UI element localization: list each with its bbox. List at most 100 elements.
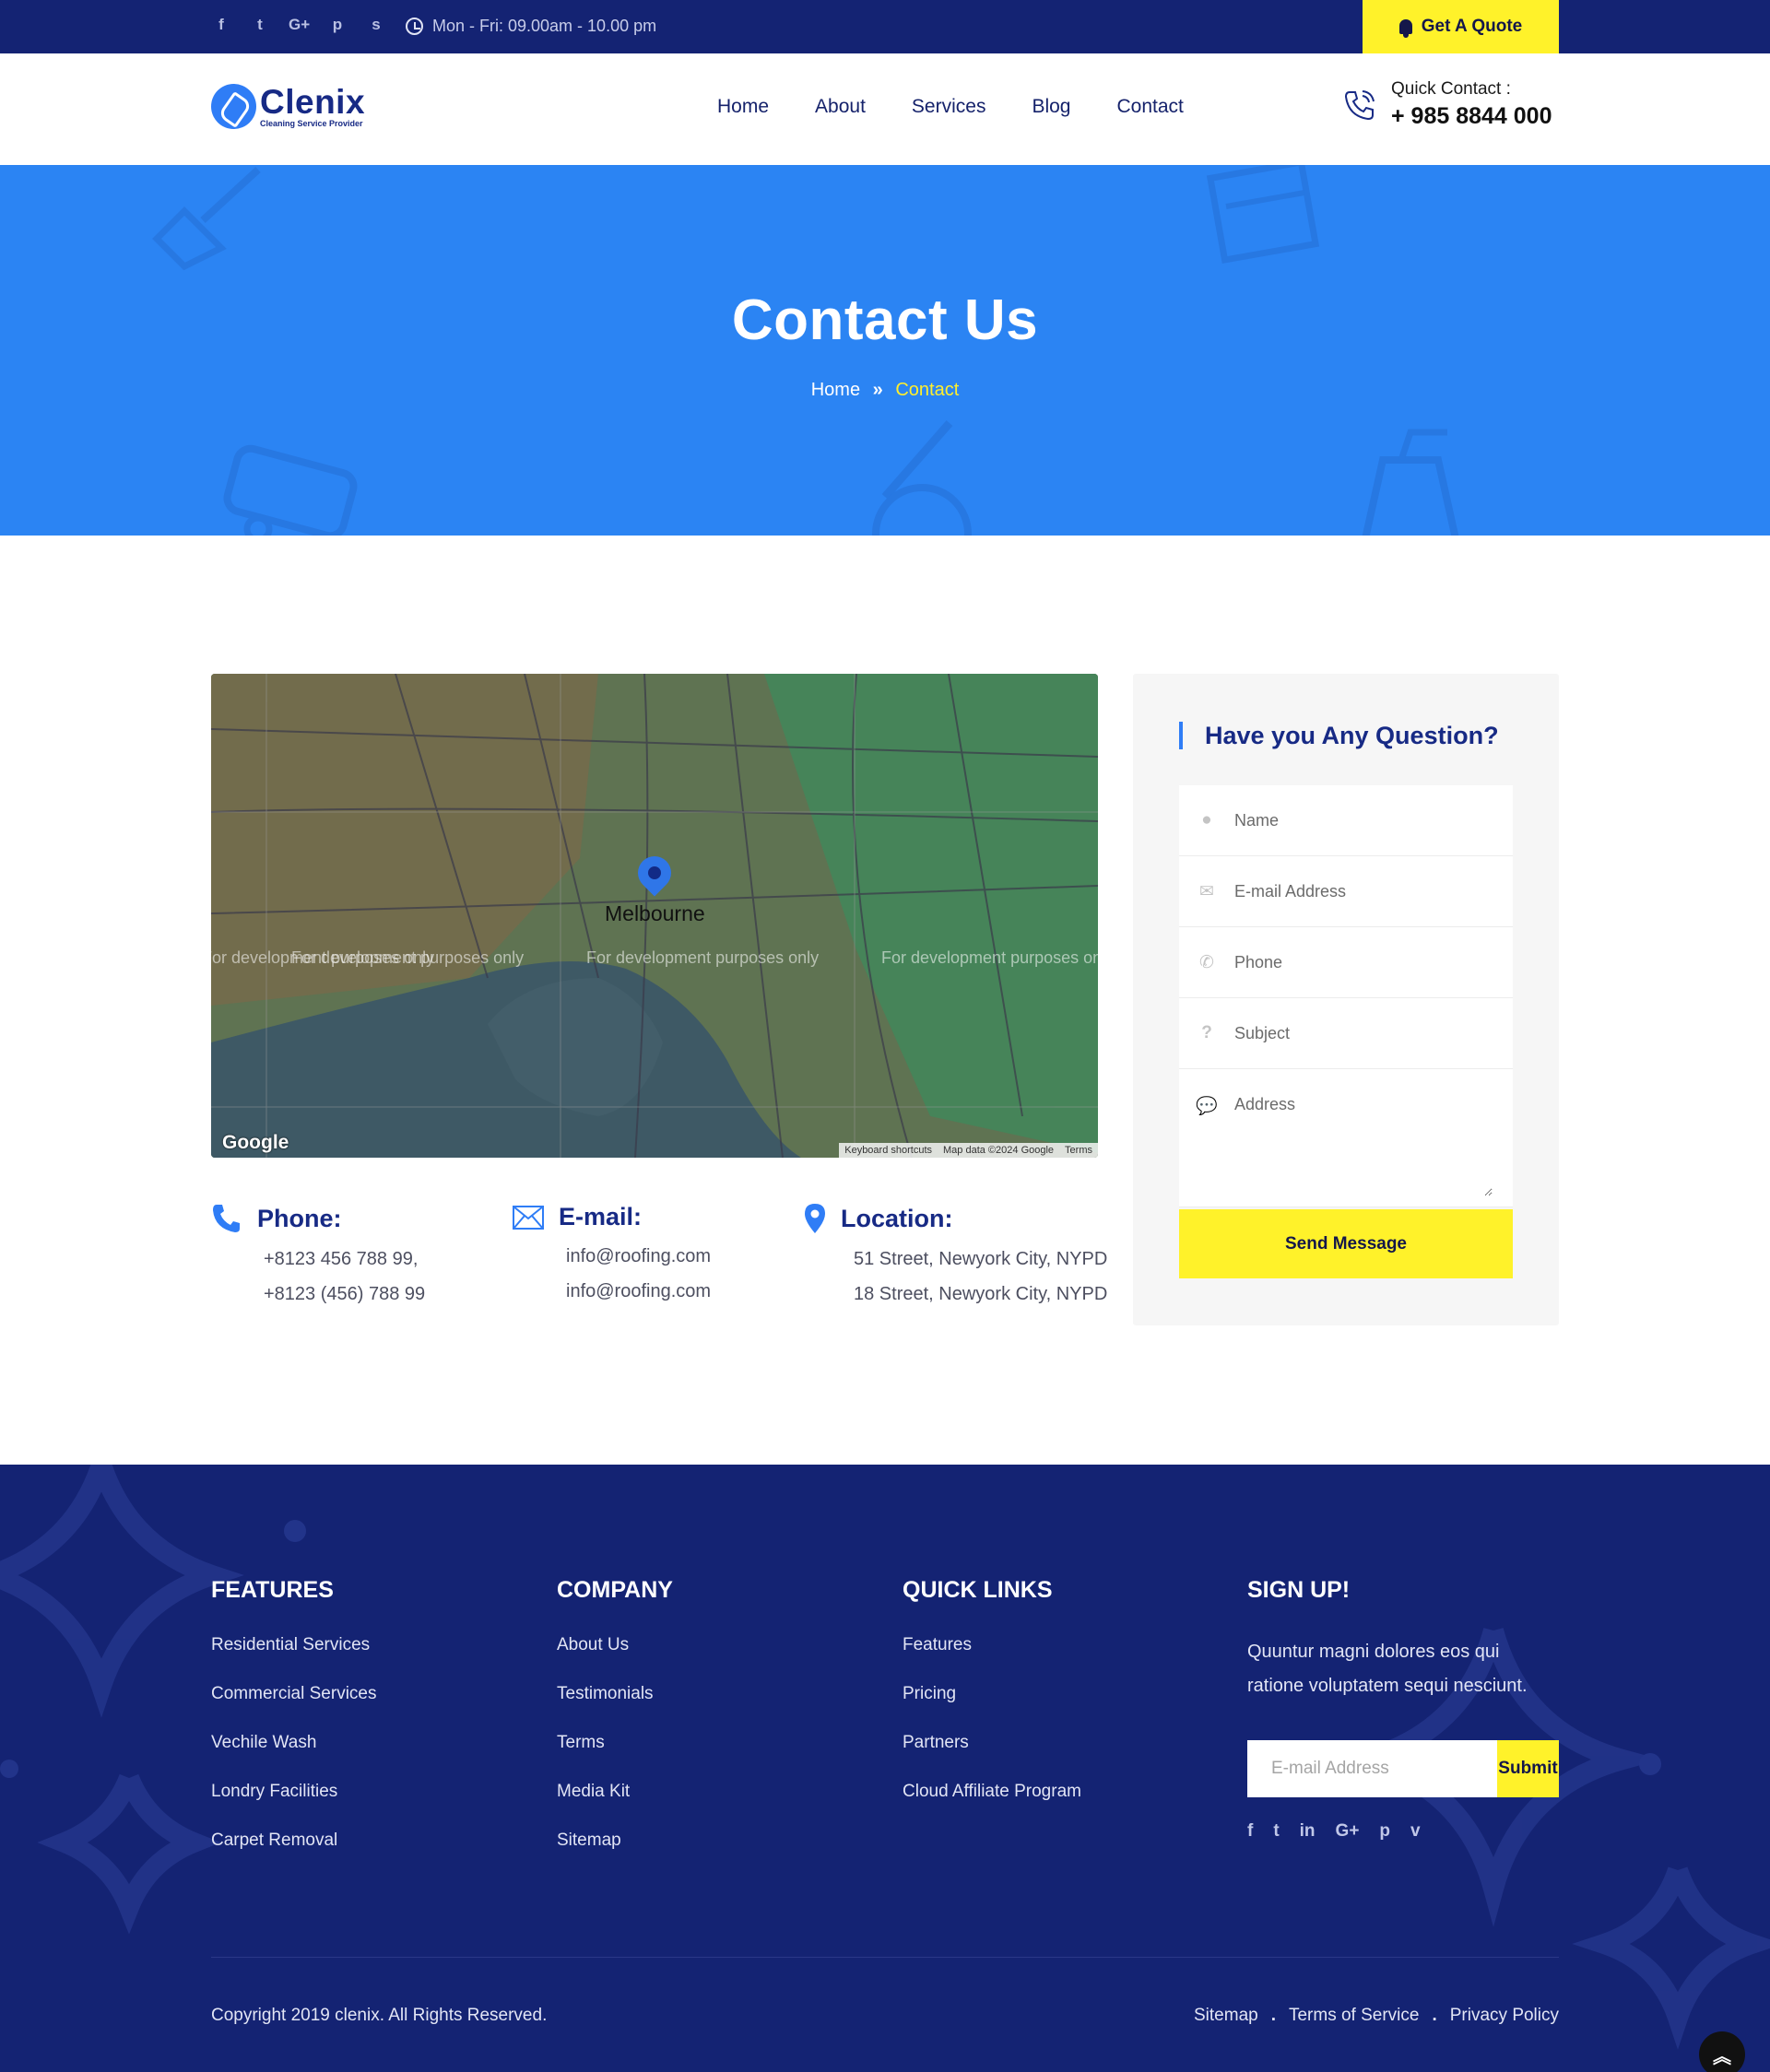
footer-link[interactable]: Londry Facilities (211, 1782, 376, 1802)
business-hours: Mon - Fri: 09.00am - 10.00 pm (406, 17, 656, 36)
privacy-policy-link[interactable]: Privacy Policy (1450, 2006, 1559, 2026)
email-title: E-mail: (559, 1203, 643, 1230)
bell-icon (1398, 19, 1412, 38)
footer-link[interactable]: Sitemap (557, 1831, 673, 1851)
footer-link[interactable]: Terms (557, 1733, 673, 1753)
clock-icon (406, 18, 423, 35)
nav-about[interactable]: About (815, 96, 866, 118)
business-hours-text: Mon - Fri: 09.00am - 10.00 pm (432, 17, 657, 35)
footer-company-title: COMPANY (557, 1577, 673, 1603)
quick-contact-phone[interactable]: + 985 8844 000 (1391, 103, 1552, 130)
nav-services[interactable]: Services (912, 96, 986, 118)
footer-features: FEATURES Residential Services Commercial… (211, 1577, 376, 1879)
site-header: Clenix Cleaning Service Provider Home Ab… (0, 53, 1770, 165)
phone-line-2: +8123 (456) 788 99 (264, 1284, 426, 1304)
site-footer: FEATURES Residential Services Commercial… (0, 1465, 1770, 2072)
newsletter-email-input[interactable] (1247, 1740, 1497, 1797)
map-city-label: Melbourne (605, 901, 705, 925)
footer-link[interactable]: Testimonials (557, 1684, 673, 1704)
google-logo: Google (222, 1132, 289, 1153)
email-line-1[interactable]: info@roofing.com (566, 1247, 711, 1266)
link-separator: . (1270, 2006, 1276, 2025)
pinterest-icon[interactable]: p (1379, 1821, 1390, 1842)
phone-icon (213, 1205, 240, 1232)
facebook-icon[interactable]: f (211, 16, 231, 34)
phone-call-icon (1344, 89, 1375, 120)
link-separator: . (1432, 2006, 1437, 2025)
footer-quick-links-title: QUICK LINKS (903, 1577, 1053, 1603)
footer-link[interactable]: Commercial Services (211, 1684, 376, 1704)
envelope-icon (513, 1205, 544, 1230)
phone-volume-icon: ✆ (1199, 952, 1214, 972)
quick-contact: Quick Contact : + 985 8844 000 (1341, 79, 1552, 130)
facebook-icon[interactable]: f (1247, 1821, 1253, 1842)
car-wash-icon (223, 444, 358, 536)
phone-input[interactable] (1234, 952, 1493, 972)
footer-link[interactable]: Media Kit (557, 1782, 673, 1802)
subject-input[interactable] (1234, 1023, 1493, 1043)
footer-link[interactable]: Features (903, 1635, 1081, 1655)
email-info: E-mail: info@roofing.com info@roofing.co… (513, 1203, 711, 1301)
location-info: Location: 51 Street, Newyork City, NYPD … (804, 1203, 1107, 1304)
location-pin-icon (805, 1204, 825, 1233)
breadcrumb-home[interactable]: Home (811, 380, 860, 400)
footer-link[interactable]: Cloud Affiliate Program (903, 1782, 1081, 1802)
footer-link[interactable]: Vechile Wash (211, 1733, 376, 1753)
map-attribution: Keyboard shortcuts Map data ©2024 Google… (839, 1143, 1098, 1158)
email-line-2[interactable]: info@roofing.com (566, 1282, 711, 1301)
phone-title: Phone: (257, 1204, 342, 1232)
linkedin-icon[interactable]: in (1300, 1821, 1316, 1842)
scroll-to-top-button[interactable]: ︽ (1699, 2031, 1745, 2072)
phone-line-1: +8123 456 788 99, (264, 1249, 419, 1269)
quick-contact-label: Quick Contact : (1391, 79, 1511, 99)
footer-link[interactable]: Pricing (903, 1684, 1081, 1704)
twitter-icon[interactable]: t (250, 16, 270, 34)
location-title: Location: (841, 1204, 953, 1232)
footer-signup-title: SIGN UP! (1247, 1577, 1351, 1603)
get-a-quote-button[interactable]: Get A Quote (1363, 0, 1559, 53)
newsletter-submit-button[interactable]: Submit (1497, 1740, 1559, 1797)
map-data-credit: Map data ©2024 Google (943, 1145, 1055, 1156)
footer-link[interactable]: About Us (557, 1635, 673, 1655)
footer-features-title: FEATURES (211, 1577, 334, 1603)
breadcrumb-separator-icon: » (872, 380, 883, 400)
pinterest-icon[interactable]: p (327, 16, 348, 34)
map-terms[interactable]: Terms (1065, 1145, 1092, 1156)
nav-home[interactable]: Home (717, 96, 769, 118)
send-message-button[interactable]: Send Message (1179, 1209, 1513, 1278)
page-banner: Contact Us Home » Contact (0, 165, 1770, 536)
footer-link[interactable]: Carpet Removal (211, 1831, 376, 1851)
footer-link[interactable]: Residential Services (211, 1635, 376, 1655)
location-line-1: 51 Street, Newyork City, NYPD (854, 1249, 1108, 1269)
location-map[interactable]: For development purposes only For develo… (211, 674, 1098, 1158)
newsletter-form: Submit (1247, 1740, 1559, 1797)
vimeo-icon[interactable]: v (1410, 1821, 1421, 1842)
logo-tagline: Cleaning Service Provider (260, 118, 363, 128)
double-chevron-up-icon: ︽ (1713, 2046, 1731, 2067)
nav-contact[interactable]: Contact (1116, 96, 1183, 118)
top-bar: f t G+ p s Mon - Fri: 09.00am - 10.00 pm… (0, 0, 1770, 53)
phone-info: Phone: +8123 456 788 99, +8123 (456) 788… (211, 1203, 425, 1304)
footer-link[interactable]: Partners (903, 1733, 1081, 1753)
logo[interactable]: Clenix Cleaning Service Provider (211, 84, 365, 129)
sitemap-link[interactable]: Sitemap (1194, 2006, 1258, 2026)
google-plus-icon[interactable]: G+ (1336, 1821, 1360, 1842)
nav-blog[interactable]: Blog (1032, 96, 1070, 118)
email-field: ✉ (1179, 856, 1513, 927)
logo-name: Clenix (260, 82, 366, 121)
google-plus-icon[interactable]: G+ (289, 16, 310, 34)
address-textarea[interactable] (1234, 1095, 1493, 1196)
snapchat-icon[interactable]: s (366, 16, 386, 34)
terms-of-service-link[interactable]: Terms of Service (1289, 2006, 1419, 2026)
phone-field: ✆ (1179, 927, 1513, 998)
form-title: Have you Any Question? (1179, 722, 1499, 749)
map-watermark: For development purposes only (291, 948, 525, 967)
footer-company: COMPANY About Us Testimonials Terms Medi… (557, 1577, 673, 1879)
breadcrumb-current: Contact (895, 380, 960, 400)
map-keyboard-shortcuts[interactable]: Keyboard shortcuts (844, 1145, 932, 1156)
map-watermark: For development purposes only (881, 948, 1098, 967)
email-input[interactable] (1234, 881, 1493, 901)
main-nav: Home About Services Blog Contact (717, 96, 1184, 118)
twitter-icon[interactable]: t (1273, 1821, 1279, 1842)
name-input[interactable] (1234, 810, 1493, 830)
